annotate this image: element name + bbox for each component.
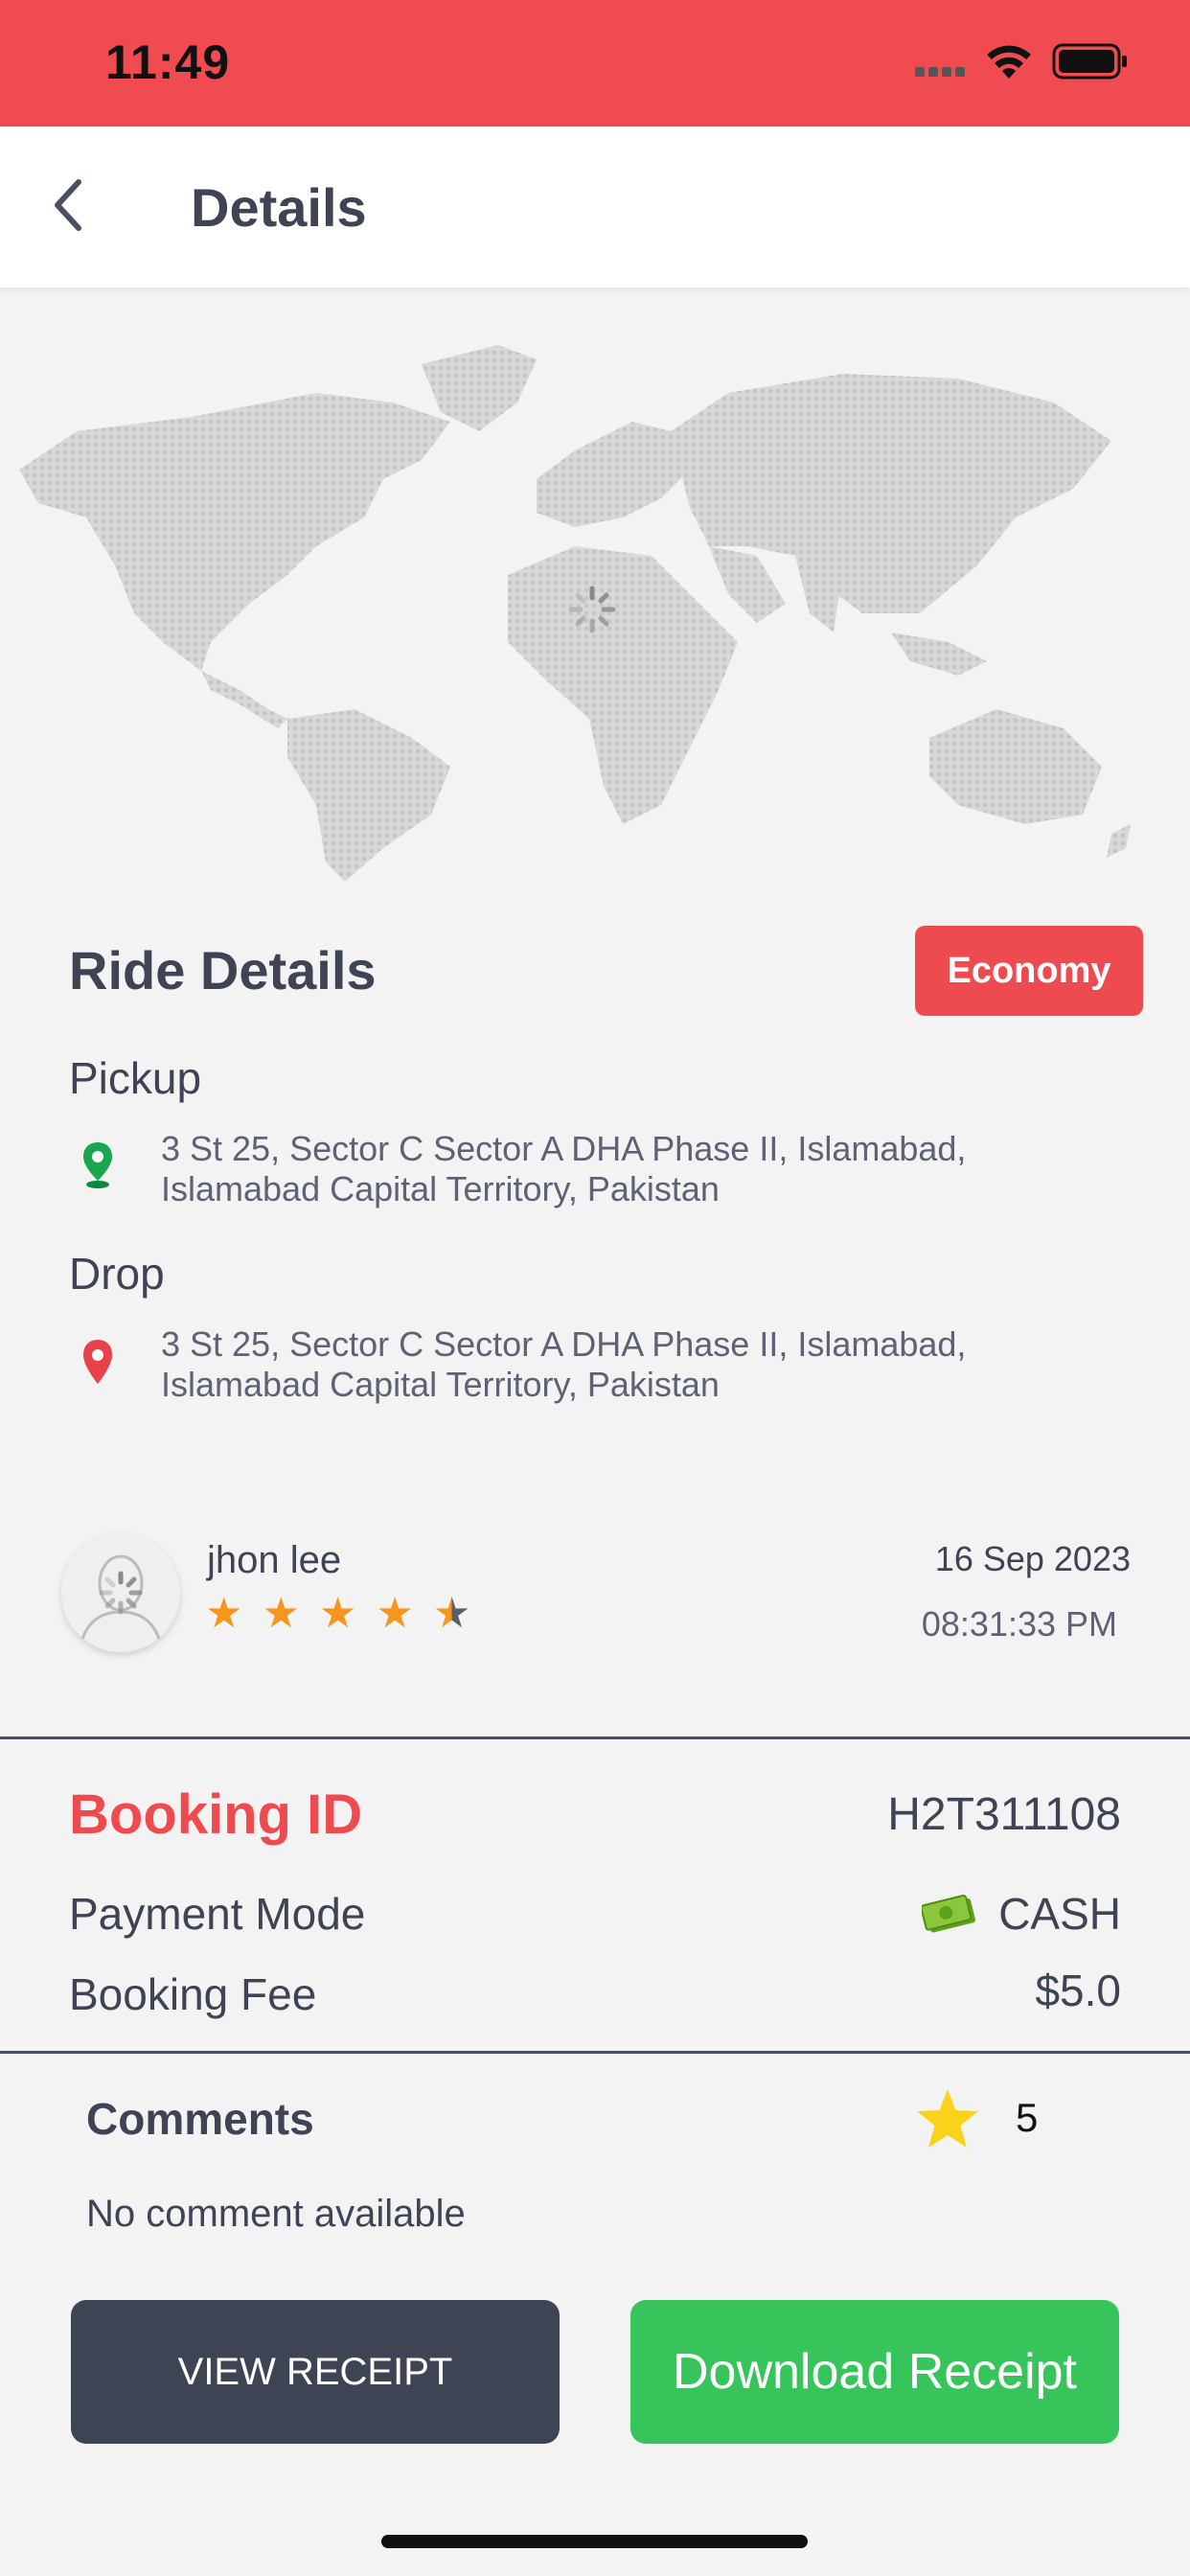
drop-pin-icon bbox=[83, 1340, 112, 1384]
comments-title: Comments bbox=[86, 2094, 314, 2144]
view-receipt-button[interactable]: VIEW RECEIPT bbox=[71, 2300, 560, 2444]
booking-id-label: Booking ID bbox=[69, 1783, 363, 1846]
star-full-icon: ★ bbox=[376, 1590, 414, 1637]
drop-address-line2: Islamabad Capital Territory, Pakistan bbox=[161, 1365, 720, 1404]
app-header: Details bbox=[0, 126, 1190, 288]
status-bar: 11:49 bbox=[0, 0, 1190, 126]
section-divider bbox=[0, 1736, 1190, 1739]
comment-text: No comment available bbox=[86, 2193, 466, 2235]
cash-icon bbox=[922, 1895, 976, 1933]
driver-rating-stars: ★ ★ ★ ★ ★ bbox=[205, 1589, 470, 1638]
home-indicator bbox=[381, 2535, 808, 2548]
star-full-icon: ★ bbox=[205, 1590, 243, 1637]
wifi-icon bbox=[987, 45, 1031, 79]
payment-mode-label: Payment Mode bbox=[69, 1889, 366, 1939]
pickup-pin-icon bbox=[83, 1142, 112, 1188]
status-time: 11:49 bbox=[105, 35, 231, 89]
ride-category-badge: Economy bbox=[915, 926, 1143, 1016]
star-half-icon: ★ bbox=[432, 1590, 471, 1637]
drop-label: Drop bbox=[69, 1249, 165, 1299]
cellular-signal-icon bbox=[915, 67, 965, 77]
ride-date: 16 Sep 2023 bbox=[934, 1539, 1131, 1578]
payment-mode-value: CASH bbox=[998, 1889, 1121, 1939]
booking-fee-label: Booking Fee bbox=[69, 1969, 317, 2019]
ride-details-title: Ride Details bbox=[69, 940, 377, 1000]
pickup-label: Pickup bbox=[69, 1053, 202, 1103]
section-divider bbox=[0, 2051, 1190, 2054]
drop-address-line1: 3 St 25, Sector C Sector A DHA Phase II,… bbox=[161, 1324, 967, 1364]
star-full-icon: ★ bbox=[262, 1590, 300, 1637]
avatar-placeholder-icon bbox=[80, 1554, 161, 1640]
ride-time: 08:31:33 PM bbox=[921, 1604, 1117, 1644]
driver-avatar[interactable] bbox=[61, 1533, 180, 1652]
booking-id-value: H2T311108 bbox=[887, 1789, 1121, 1840]
download-receipt-button[interactable]: Download Receipt bbox=[630, 2300, 1119, 2444]
star-full-icon: ★ bbox=[318, 1590, 357, 1637]
world-map[interactable] bbox=[0, 326, 1190, 882]
booking-fee-value: $5.0 bbox=[1035, 1966, 1121, 2015]
pickup-address-line1: 3 St 25, Sector C Sector A DHA Phase II,… bbox=[161, 1129, 967, 1168]
back-chevron-icon[interactable] bbox=[46, 174, 92, 236]
pickup-address: 3 St 25, Sector C Sector A DHA Phase II,… bbox=[161, 1129, 1119, 1209]
driver-name: jhon lee bbox=[207, 1539, 342, 1581]
page-title: Details bbox=[191, 177, 367, 238]
comments-rating-value: 5 bbox=[1016, 2095, 1039, 2140]
rating-star-icon bbox=[917, 2089, 978, 2148]
battery-icon bbox=[1052, 43, 1127, 80]
drop-address: 3 St 25, Sector C Sector A DHA Phase II,… bbox=[161, 1324, 1119, 1405]
pickup-address-line2: Islamabad Capital Territory, Pakistan bbox=[161, 1169, 720, 1208]
